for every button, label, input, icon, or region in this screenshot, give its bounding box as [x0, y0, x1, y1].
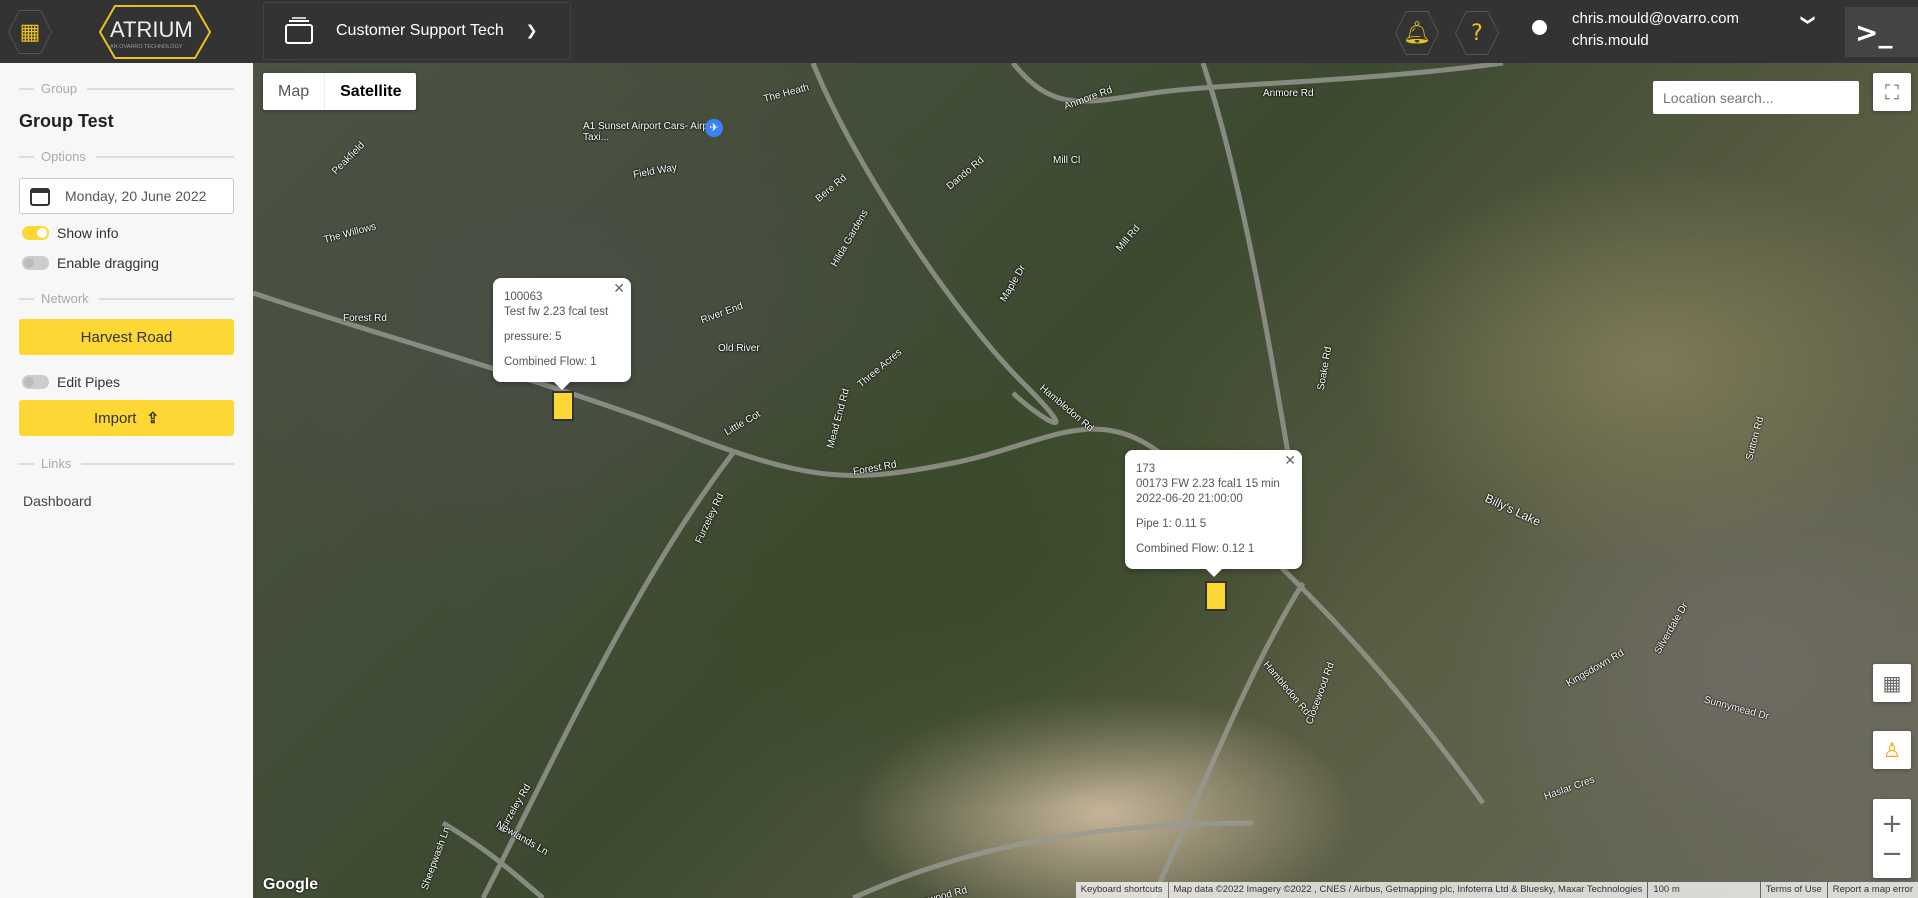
street-label: Old River [718, 343, 760, 354]
popup-line: Pipe 1: 0.11 5 [1136, 518, 1207, 530]
organisation-name: Customer Support Tech [336, 22, 504, 39]
date-picker[interactable]: Monday, 20 June 2022 [19, 178, 234, 214]
user-email: chris.mould@ovarro.com [1572, 10, 1739, 27]
close-icon[interactable]: ✕ [613, 281, 625, 296]
tab-satellite[interactable]: Satellite [324, 73, 416, 110]
import-button[interactable]: Import ⇪ [19, 400, 234, 436]
info-window: ✕ 100063 Test fw 2.23 fcal test pressure… [493, 278, 631, 390]
section-network: Network [19, 291, 234, 306]
folder-stack-icon [285, 17, 313, 44]
svg-text:ATRIUM: ATRIUM [110, 17, 193, 42]
zoom-in-button[interactable]: + [1881, 809, 1903, 839]
notifications-button[interactable]: 🔔︎ [1395, 11, 1439, 55]
user-name: chris.mould [1572, 32, 1649, 49]
popup-line: Combined Flow: 0.12 1 [1136, 543, 1255, 555]
keyboard-shortcuts-link[interactable]: Keyboard shortcuts [1075, 882, 1168, 898]
map-data-text: Map data ©2022 Imagery ©2022 , CNES / Ai… [1168, 882, 1648, 898]
zoom-out-button[interactable]: − [1881, 839, 1903, 869]
user-menu[interactable]: chris.mould@ovarro.com chris.mould [1572, 8, 1739, 52]
popup-line: 00173 FW 2.23 fcal1 15 min [1136, 478, 1280, 490]
airport-icon[interactable]: ✈ [705, 119, 723, 137]
dashboard-link[interactable]: Dashboard [23, 493, 92, 509]
organisation-selector[interactable]: Customer Support Tech ❯ [263, 2, 571, 60]
google-logo: Google [263, 876, 319, 893]
question-icon: ? [1456, 12, 1498, 54]
map-satellite[interactable]: Forest Rd Forest Rd Hambledon Rd Hambled… [253, 63, 1918, 898]
help-button[interactable]: ? [1455, 11, 1499, 55]
enable-dragging-toggle[interactable]: Enable dragging [22, 255, 159, 271]
atrium-logo: ATRIUM AN OVARRO TECHNOLOGY [95, 4, 215, 60]
section-options: Options [19, 149, 234, 164]
show-info-toggle[interactable]: Show info [22, 225, 118, 241]
popup-line: Test fw 2.23 fcal test [504, 306, 609, 318]
close-icon[interactable]: ✕ [1284, 453, 1296, 468]
logger-marker[interactable] [1205, 581, 1227, 611]
user-icon [1532, 20, 1547, 35]
popup-id: 100063 [504, 291, 543, 303]
sidebar: Group Group Test Options Monday, 20 June… [0, 63, 253, 898]
street-label: Forest Rd [343, 313, 387, 324]
scale-bar[interactable]: 100 m [1648, 882, 1760, 898]
apps-button[interactable]: ▦ [8, 10, 52, 54]
street-label: Mill Cl [1053, 155, 1081, 166]
tab-map[interactable]: Map [263, 73, 324, 110]
fullscreen-button[interactable]: ⛶ [1873, 73, 1911, 111]
logger-marker[interactable] [552, 391, 574, 421]
bell-icon: 🔔︎ [1396, 12, 1438, 54]
popup-line: pressure: 5 [504, 331, 562, 343]
map-type-control: Map Satellite [263, 73, 417, 110]
grid-icon: ▦ [9, 11, 51, 53]
terms-link[interactable]: Terms of Use [1760, 882, 1827, 898]
date-value: Monday, 20 June 2022 [65, 188, 207, 204]
network-button[interactable]: Harvest Road [19, 319, 234, 355]
info-window: ✕ 173 00173 FW 2.23 fcal1 15 min 2022-06… [1125, 450, 1302, 577]
chevron-down-icon[interactable]: ❯ [1800, 14, 1816, 26]
location-search-input[interactable] [1653, 81, 1859, 114]
toggle-switch[interactable] [22, 375, 49, 389]
map-attribution: Keyboard shortcuts Map data ©2022 Imager… [1075, 882, 1918, 898]
street-label: Anmore Rd [1263, 88, 1314, 99]
popup-line: Combined Flow: 1 [504, 356, 597, 368]
popup-id: 173 [1136, 463, 1156, 475]
report-error-link[interactable]: Report a map error [1827, 882, 1918, 898]
group-name: Group Test [19, 111, 114, 131]
svg-text:AN OVARRO TECHNOLOGY: AN OVARRO TECHNOLOGY [110, 44, 183, 50]
terminal-icon: >_ [1855, 15, 1893, 49]
layers-button[interactable]: ▦ [1873, 664, 1911, 702]
header: ▦ ATRIUM AN OVARRO TECHNOLOGY Customer S… [0, 0, 1918, 63]
calendar-icon [30, 188, 50, 206]
terminal-button[interactable]: >_ [1845, 7, 1918, 57]
toggle-switch[interactable] [22, 226, 49, 240]
upload-icon: ⇪ [146, 410, 160, 427]
edit-pipes-toggle[interactable]: Edit Pipes [22, 374, 120, 390]
pegman-icon: ♙ [1883, 738, 1901, 762]
section-links: Links [19, 456, 234, 471]
road-network [253, 63, 1504, 898]
section-group: Group [19, 81, 234, 96]
street-view-pegman[interactable]: ♙ [1873, 731, 1911, 769]
toggle-switch[interactable] [22, 256, 49, 270]
chevron-down-icon: ❯ [525, 23, 538, 39]
fullscreen-icon: ⛶ [1885, 80, 1899, 104]
popup-line: 2022-06-20 21:00:00 [1136, 493, 1243, 505]
zoom-control: + − [1873, 799, 1911, 878]
grid-icon: ▦ [1882, 671, 1902, 695]
